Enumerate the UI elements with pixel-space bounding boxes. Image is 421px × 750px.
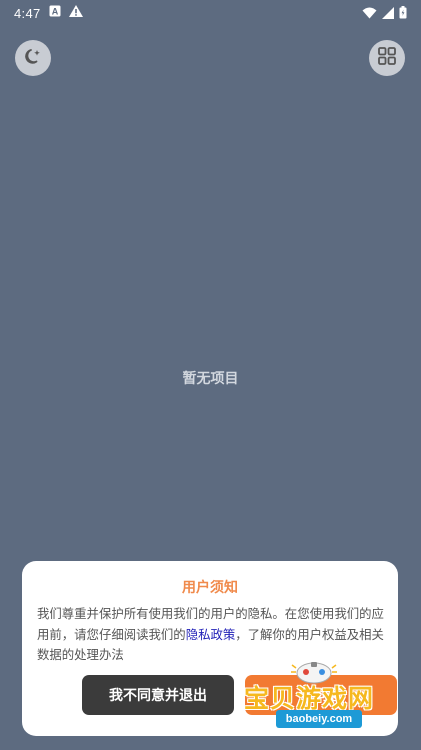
moon-sparkle-icon <box>23 46 43 70</box>
signal-icon <box>382 4 394 23</box>
dialog-title: 用户须知 <box>182 580 238 596</box>
dialog-body: 我们尊重并保护所有使用我们的用户的隐私。在您使用我们的应用前，请您仔细阅读我们的… <box>37 604 385 666</box>
status-left: 4:47 A <box>14 5 83 21</box>
warning-icon <box>68 5 83 21</box>
agree-button[interactable]: 我同意 <box>245 675 397 715</box>
battery-icon <box>399 4 407 23</box>
theme-toggle-button[interactable] <box>15 40 51 76</box>
status-bar: 4:47 A <box>0 0 421 26</box>
a-box-icon: A <box>49 5 61 21</box>
grid-view-button[interactable] <box>369 40 405 76</box>
status-right <box>362 4 407 23</box>
grid-icon <box>377 46 397 70</box>
privacy-dialog: 用户须知 我们尊重并保护所有使用我们的用户的隐私。在您使用我们的应用前，请您仔细… <box>22 561 398 736</box>
svg-text:A: A <box>51 7 58 17</box>
privacy-policy-link[interactable]: 隐私政策 <box>186 627 236 642</box>
status-time: 4:47 <box>14 5 41 21</box>
empty-state-text: 暂无项目 <box>182 371 239 387</box>
wifi-icon <box>362 4 377 23</box>
decline-exit-button[interactable]: 我不同意并退出 <box>82 675 234 715</box>
